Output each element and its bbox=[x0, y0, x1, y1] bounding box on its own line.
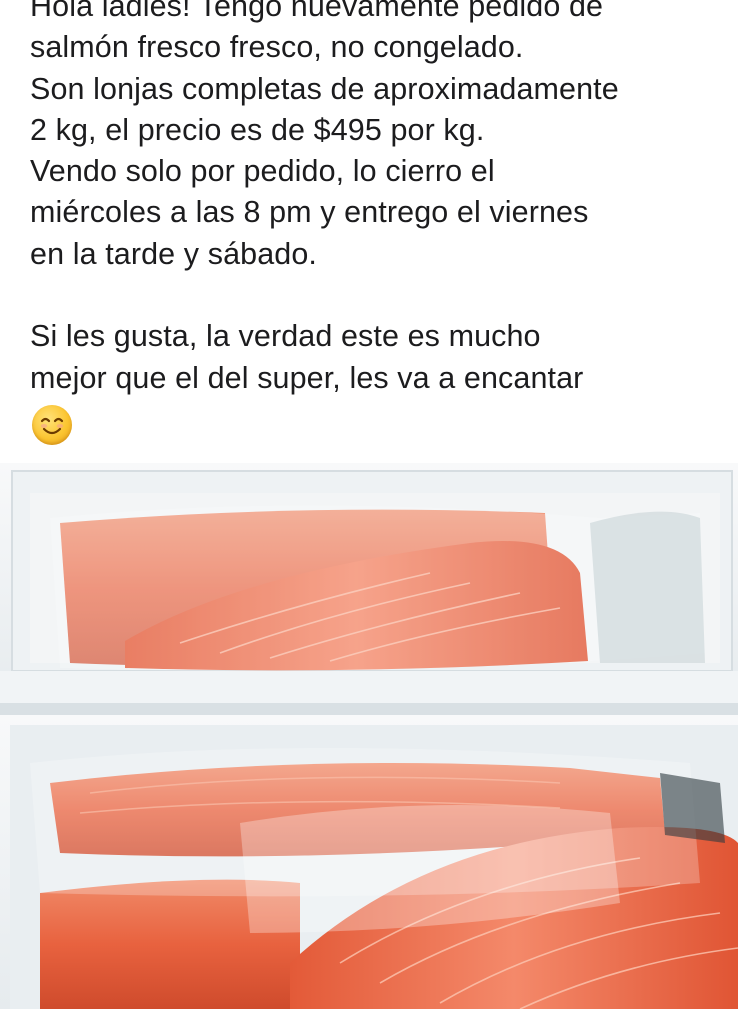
post-text-line: 2 kg, el precio es de $495 por kg. bbox=[30, 112, 485, 147]
post-text-line: salmón fresco fresco, no congelado. bbox=[30, 30, 524, 65]
post-text-line: Si les gusta, la verdad este es mucho bbox=[30, 319, 541, 354]
post-text: Hola ladies! Tengo nuevamente pedido de … bbox=[30, 0, 730, 399]
post-text-line: Son lonjas completas de aproximadamente bbox=[30, 71, 619, 106]
post-text-line: miércoles a las 8 pm y entrego el vierne… bbox=[30, 195, 589, 230]
post-text-line: mejor que el del super, les va a encanta… bbox=[30, 360, 584, 395]
post-container: Hola ladies! Tengo nuevamente pedido de … bbox=[0, 0, 738, 1009]
post-text-line: en la tarde y sábado. bbox=[30, 236, 317, 271]
salmon-photo[interactable] bbox=[0, 463, 738, 1009]
post-text-line: Vendo solo por pedido, lo cierro el bbox=[30, 154, 495, 189]
post-text-line: Hola ladies! Tengo nuevamente pedido de bbox=[30, 0, 604, 23]
salmon-fillets-icon bbox=[0, 463, 738, 1009]
smiling-face-icon bbox=[32, 405, 72, 445]
